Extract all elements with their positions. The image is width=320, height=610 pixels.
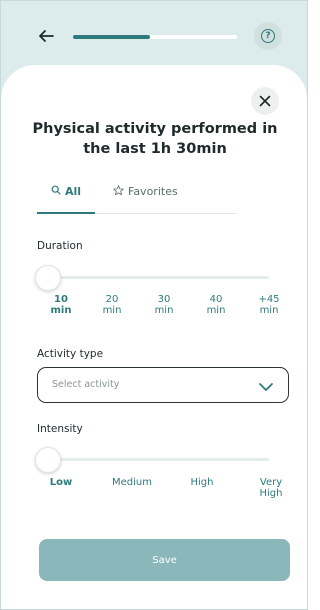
tab-favorites[interactable]: Favorites: [113, 185, 178, 215]
duration-options: 10 min 20 min 30 min 40 min +45 min: [37, 294, 283, 320]
intensity-label: Intensity: [37, 423, 83, 435]
tab-bar: All Favorites: [37, 185, 237, 215]
close-button[interactable]: [251, 87, 279, 115]
back-arrow-icon[interactable]: [37, 27, 55, 45]
modal-title: Physical activity performed in the last …: [32, 121, 278, 157]
progress-bar-fill: [73, 35, 151, 39]
activity-type-placeholder: Select activity: [52, 379, 120, 390]
activity-modal: Physical activity performed in the last …: [1, 65, 307, 609]
help-button[interactable]: ?: [254, 22, 282, 50]
duration-option-10[interactable]: 10 min: [41, 294, 81, 316]
duration-slider[interactable]: [35, 265, 269, 291]
intensity-option-medium[interactable]: Medium: [104, 477, 160, 488]
activity-type-select[interactable]: Select activity: [37, 367, 289, 403]
activity-type-label: Activity type: [37, 348, 104, 360]
duration-option-45-plus[interactable]: +45 min: [249, 294, 289, 316]
chevron-down-icon: [258, 378, 274, 397]
duration-slider-track: [47, 276, 269, 279]
intensity-options: Low Medium High Very High: [37, 477, 283, 503]
duration-option-30[interactable]: 30 min: [144, 294, 184, 316]
tab-active-indicator: [37, 212, 95, 214]
duration-option-20[interactable]: 20 min: [92, 294, 132, 316]
progress-bar: [73, 35, 237, 39]
app-frame: ? Physical activity performed in the las…: [0, 0, 308, 610]
search-icon: [51, 185, 61, 195]
intensity-slider-track: [47, 458, 269, 461]
intensity-option-very-high[interactable]: Very High: [251, 477, 291, 499]
intensity-slider-thumb[interactable]: [35, 447, 61, 473]
duration-option-40[interactable]: 40 min: [196, 294, 236, 316]
tab-all[interactable]: All: [37, 185, 95, 215]
intensity-option-high[interactable]: High: [182, 477, 222, 488]
duration-slider-thumb[interactable]: [35, 265, 61, 291]
duration-label: Duration: [37, 240, 83, 252]
close-icon: [259, 95, 271, 107]
star-icon: [113, 185, 124, 196]
tab-all-label: All: [64, 185, 82, 198]
tab-favorites-label: Favorites: [128, 185, 178, 198]
intensity-option-low[interactable]: Low: [41, 477, 81, 488]
intensity-slider[interactable]: [35, 447, 269, 473]
top-bar: ?: [1, 1, 307, 71]
save-button[interactable]: Save: [39, 539, 290, 581]
help-icon: ?: [261, 29, 275, 43]
